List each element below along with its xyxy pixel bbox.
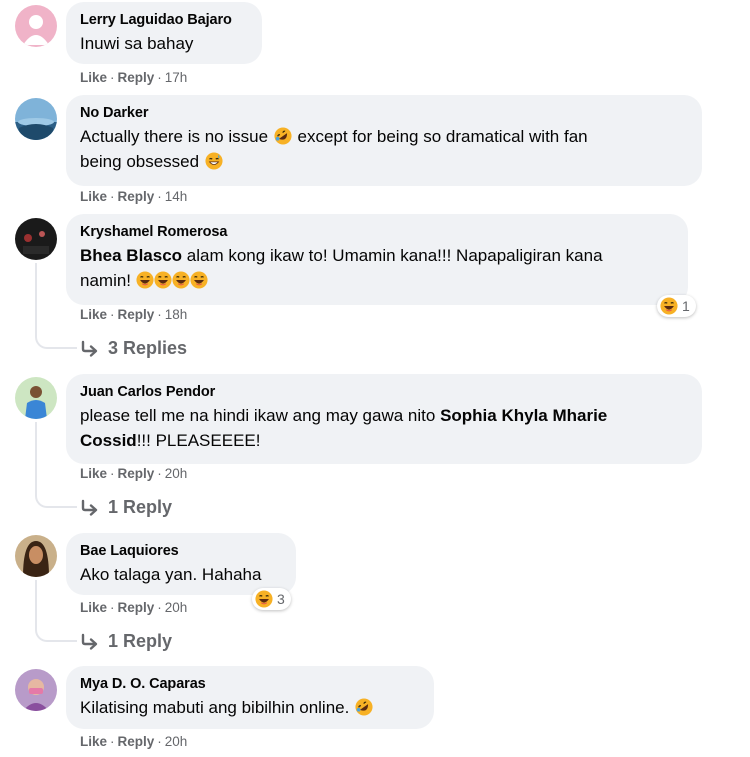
- separator: ·: [157, 466, 162, 481]
- rolling-laughing-emoji-icon: [274, 127, 292, 145]
- comment-actions: Like · Reply · 20h: [80, 600, 187, 615]
- separator: ·: [157, 600, 162, 615]
- comment-author[interactable]: Kryshamel Romerosa: [80, 223, 674, 241]
- view-replies-button[interactable]: 1 Reply: [80, 631, 172, 652]
- like-button[interactable]: Like: [80, 600, 107, 615]
- reply-arrow-icon: [80, 633, 100, 651]
- comment-text: Actually there is no issue except for be…: [80, 124, 688, 174]
- comment-actions: Like · Reply · 20h: [80, 734, 187, 749]
- like-button[interactable]: Like: [80, 734, 107, 749]
- reply-button[interactable]: Reply: [118, 189, 155, 204]
- laughing-emoji-icon: [255, 590, 273, 608]
- timestamp[interactable]: 18h: [165, 307, 188, 322]
- reply-button[interactable]: Reply: [118, 466, 155, 481]
- replies-label: 1 Reply: [108, 497, 173, 517]
- comment-actions: Like · Reply · 14h: [80, 189, 187, 204]
- like-button[interactable]: Like: [80, 189, 107, 204]
- reply-button[interactable]: Reply: [118, 307, 155, 322]
- timestamp[interactable]: 17h: [165, 70, 188, 85]
- comment-bubble: Lerry Laguidao Bajaro Inuwi sa bahay: [66, 2, 262, 64]
- thread-line: [35, 580, 37, 626]
- comment-text-part: alam kong ikaw to! Umamin kana!!! Napapa…: [186, 246, 603, 265]
- comment-text-part: except for being so dramatical with fan: [297, 127, 588, 146]
- comment-text: Ako talaga yan. Hahaha: [80, 565, 262, 584]
- avatar[interactable]: [15, 98, 57, 140]
- like-button[interactable]: Like: [80, 466, 107, 481]
- separator: ·: [110, 307, 115, 322]
- comment-actions: Like · Reply · 17h: [80, 70, 187, 85]
- comment-text-part: being obsessed: [80, 152, 200, 171]
- comment-bubble: No Darker Actually there is no issue exc…: [66, 95, 702, 186]
- reaction-badge[interactable]: 3: [252, 588, 291, 610]
- avatar[interactable]: [15, 5, 57, 47]
- reply-button[interactable]: Reply: [118, 70, 155, 85]
- comment-author[interactable]: Lerry Laguidao Bajaro: [80, 11, 248, 29]
- comment-bubble: Juan Carlos Pendor please tell me na hin…: [66, 374, 702, 464]
- reply-arrow-icon: [80, 499, 100, 517]
- comment-bubble: Mya D. O. Caparas Kilatising mabuti ang …: [66, 666, 434, 729]
- thread-line: [35, 422, 37, 492]
- separator: ·: [110, 600, 115, 615]
- replies-label: 1 Reply: [108, 631, 173, 651]
- comment-text: Bhea Blasco alam kong ikaw to! Umamin ka…: [80, 243, 674, 293]
- mention-link[interactable]: Sophia Khyla Mharie: [440, 406, 607, 425]
- comment-text-part: namin!: [80, 271, 132, 290]
- comment-text-part: please tell me na hindi ikaw ang may gaw…: [80, 406, 436, 425]
- mention-link[interactable]: Bhea Blasco: [80, 246, 182, 265]
- like-button[interactable]: Like: [80, 70, 107, 85]
- laughing-emoji-icon: [172, 271, 190, 289]
- rolling-laughing-emoji-icon: [355, 698, 373, 716]
- avatar[interactable]: [15, 377, 57, 419]
- comment-author[interactable]: No Darker: [80, 104, 688, 122]
- view-replies-button[interactable]: 3 Replies: [80, 338, 187, 359]
- like-button[interactable]: Like: [80, 307, 107, 322]
- comment-text: please tell me na hindi ikaw ang may gaw…: [80, 403, 688, 453]
- laughing-emoji-icon: [660, 297, 678, 315]
- comment-actions: Like · Reply · 18h: [80, 307, 187, 322]
- timestamp[interactable]: 20h: [165, 600, 188, 615]
- comment-text-part: Kilatising mabuti ang bibilhin online.: [80, 698, 350, 717]
- timestamp[interactable]: 14h: [165, 189, 188, 204]
- reaction-badge[interactable]: 1: [657, 295, 696, 317]
- thread-line: [35, 492, 77, 508]
- comment-bubble: Bae Laquiores Ako talaga yan. Hahaha: [66, 533, 296, 595]
- grinning-sweat-emoji-icon: [205, 152, 223, 170]
- avatar[interactable]: [15, 669, 57, 711]
- comment-text-part: !!! PLEASEEEE!: [136, 431, 261, 450]
- separator: ·: [157, 189, 162, 204]
- comment-text-part: Actually there is no issue: [80, 127, 269, 146]
- comment-actions: Like · Reply · 20h: [80, 466, 187, 481]
- reaction-count: 3: [277, 591, 285, 607]
- comment-text: Kilatising mabuti ang bibilhin online.: [80, 695, 420, 720]
- thread-line: [35, 263, 37, 333]
- reaction-count: 1: [682, 298, 690, 314]
- reply-button[interactable]: Reply: [118, 734, 155, 749]
- comment-bubble: Kryshamel Romerosa Bhea Blasco alam kong…: [66, 214, 688, 305]
- replies-label: 3 Replies: [108, 338, 188, 358]
- reply-button[interactable]: Reply: [118, 600, 155, 615]
- separator: ·: [157, 734, 162, 749]
- reply-arrow-icon: [80, 340, 100, 358]
- separator: ·: [110, 466, 115, 481]
- separator: ·: [110, 189, 115, 204]
- laughing-emoji-icon: [154, 271, 172, 289]
- comment-author[interactable]: Bae Laquiores: [80, 542, 282, 560]
- thread-line: [35, 626, 77, 642]
- timestamp[interactable]: 20h: [165, 466, 188, 481]
- separator: ·: [110, 734, 115, 749]
- view-replies-button[interactable]: 1 Reply: [80, 497, 172, 518]
- avatar[interactable]: [15, 218, 57, 260]
- separator: ·: [157, 307, 162, 322]
- laughing-emoji-icon: [190, 271, 208, 289]
- comment-author[interactable]: Mya D. O. Caparas: [80, 675, 420, 693]
- comment-author[interactable]: Juan Carlos Pendor: [80, 383, 688, 401]
- avatar[interactable]: [15, 535, 57, 577]
- comment-text: Inuwi sa bahay: [80, 34, 194, 53]
- timestamp[interactable]: 20h: [165, 734, 188, 749]
- mention-link[interactable]: Cossid: [80, 431, 137, 450]
- thread-line: [35, 333, 77, 349]
- separator: ·: [110, 70, 115, 85]
- separator: ·: [157, 70, 162, 85]
- laughing-emoji-icon: [136, 271, 154, 289]
